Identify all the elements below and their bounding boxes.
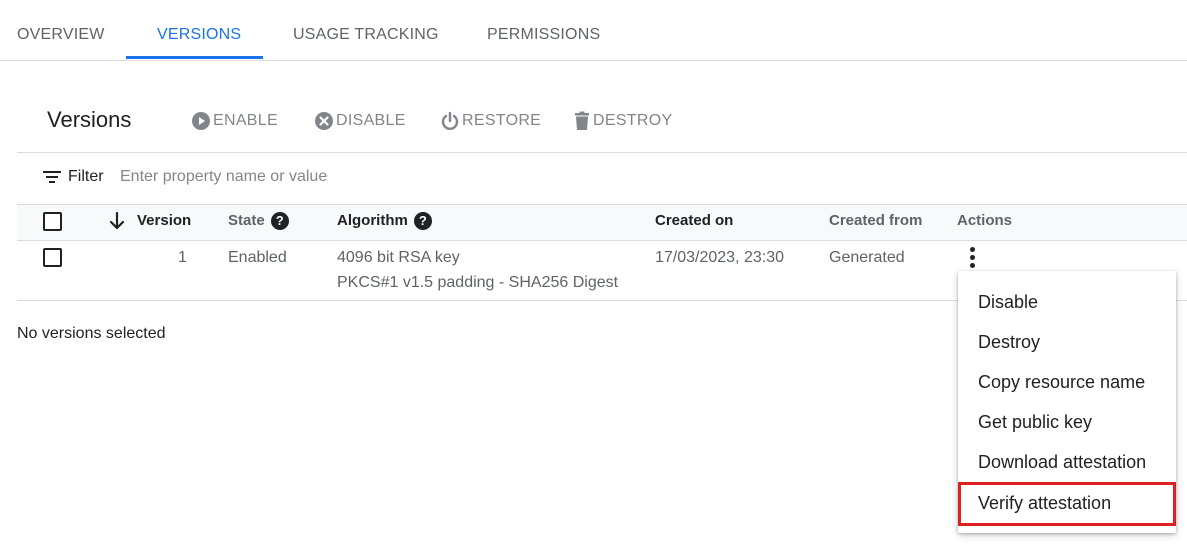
play-circle-icon	[192, 112, 210, 130]
tab-usage-tracking[interactable]: USAGE TRACKING	[293, 26, 439, 44]
menu-item-destroy[interactable]: Destroy	[958, 322, 1176, 362]
column-header-state[interactable]: State?	[228, 212, 289, 231]
selection-status: No versions selected	[17, 325, 166, 342]
toolbar-divider	[17, 152, 1187, 153]
cell-state: Enabled	[228, 249, 287, 266]
menu-item-label: Copy resource name	[978, 372, 1146, 392]
destroy-button-label: DESTROY	[593, 112, 673, 129]
menu-item-label: Verify attestation	[978, 493, 1112, 513]
menu-item-disable[interactable]: Disable	[958, 282, 1176, 322]
cell-algorithm-line1: 4096 bit RSA key	[337, 249, 460, 266]
more-vert-icon[interactable]	[965, 247, 979, 269]
tab-versions[interactable]: VERSIONS	[157, 26, 241, 44]
row-checkbox[interactable]	[43, 248, 62, 267]
enable-button[interactable]: ENABLE	[191, 111, 278, 131]
tab-permissions[interactable]: PERMISSIONS	[487, 26, 600, 44]
disable-button[interactable]: DISABLE	[314, 111, 406, 131]
menu-item-verify-attestation[interactable]: Verify attestation	[958, 482, 1176, 526]
column-header-algorithm[interactable]: Algorithm?	[337, 212, 432, 231]
filter-icon	[43, 171, 61, 183]
tab-overview[interactable]: OVERVIEW	[17, 26, 105, 44]
cell-created-on: 17/03/2023, 23:30	[655, 249, 785, 266]
cell-created-from: Generated	[829, 249, 905, 266]
power-icon	[441, 111, 459, 130]
filter-label: Filter	[68, 168, 104, 185]
disable-button-label: DISABLE	[336, 112, 406, 129]
column-header-state-label: State	[228, 212, 265, 229]
column-header-version[interactable]: Version	[137, 212, 191, 229]
column-header-created-from[interactable]: Created from	[829, 212, 922, 229]
help-icon[interactable]: ?	[270, 212, 289, 231]
cell-version: 1	[178, 249, 187, 266]
column-header-actions: Actions	[957, 212, 1013, 229]
enable-button-label: ENABLE	[213, 112, 278, 129]
menu-item-label: Disable	[978, 292, 1039, 312]
select-all-checkbox[interactable]	[43, 212, 62, 231]
destroy-button[interactable]: DESTROY	[573, 111, 672, 131]
help-icon[interactable]: ?	[413, 212, 432, 231]
actions-menu: Disable Destroy Copy resource name Get p…	[958, 271, 1176, 533]
menu-item-label: Get public key	[978, 412, 1093, 432]
menu-item-download-attestation[interactable]: Download attestation	[958, 442, 1176, 482]
menu-item-label: Destroy	[978, 332, 1041, 352]
menu-item-get-public-key[interactable]: Get public key	[958, 402, 1176, 442]
column-header-algorithm-label: Algorithm	[337, 212, 408, 229]
tab-bar: OVERVIEW VERSIONS USAGE TRACKING PERMISS…	[0, 0, 1187, 61]
trash-icon	[575, 111, 589, 130]
active-tab-indicator	[126, 56, 263, 59]
versions-title: Versions	[47, 107, 132, 132]
restore-button-label: RESTORE	[462, 112, 542, 129]
restore-button[interactable]: RESTORE	[440, 111, 541, 131]
cancel-circle-icon	[315, 112, 333, 130]
column-header-created-on[interactable]: Created on	[655, 212, 733, 229]
arrow-down-icon[interactable]	[109, 212, 125, 230]
menu-item-copy-resource-name[interactable]: Copy resource name	[958, 362, 1176, 402]
menu-item-label: Download attestation	[978, 452, 1147, 472]
cell-algorithm-line2: PKCS#1 v1.5 padding - SHA256 Digest	[337, 274, 619, 291]
filter-input[interactable]	[120, 166, 520, 188]
